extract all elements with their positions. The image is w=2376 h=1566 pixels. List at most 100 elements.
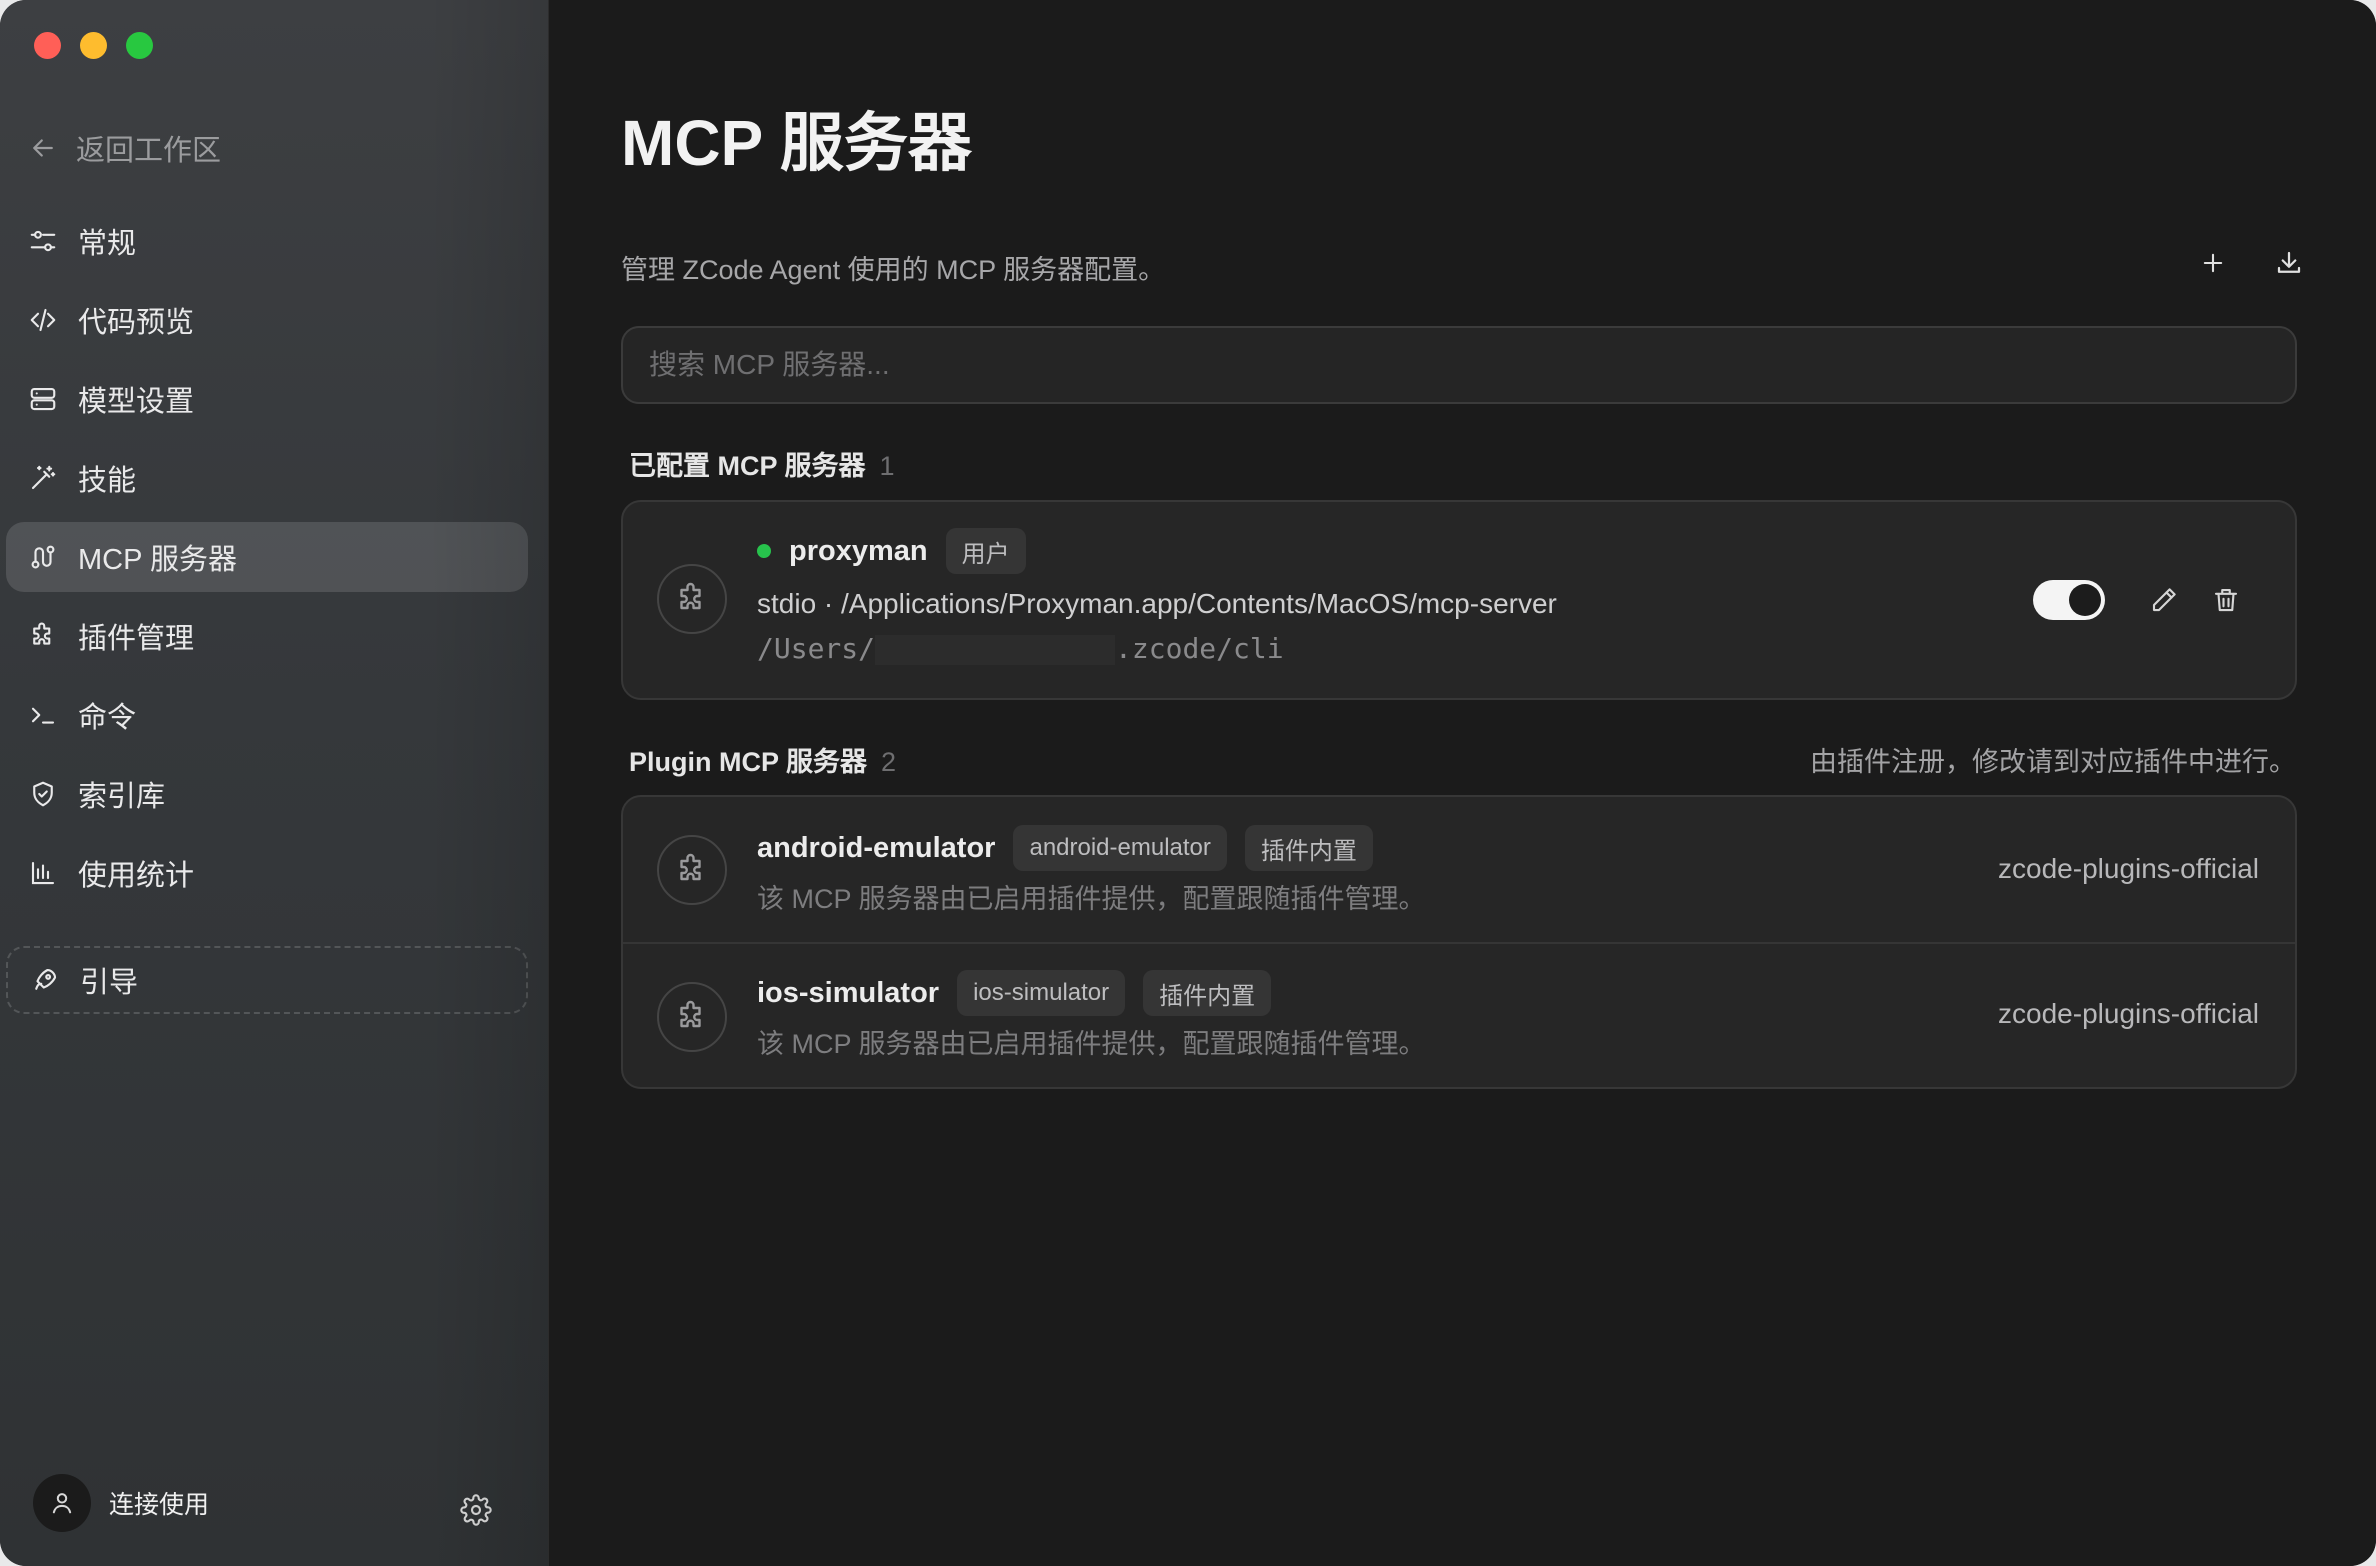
sidebar-item-guide[interactable]: 引导 [6, 946, 528, 1014]
section-count: 1 [879, 451, 895, 481]
download-icon [2277, 251, 2301, 273]
server-icon-badge [657, 982, 727, 1052]
maximize-window-button[interactable] [126, 32, 153, 59]
configured-section-title: 已配置 MCP 服务器 1 [629, 444, 895, 483]
edit-server-button[interactable] [2147, 583, 2181, 617]
server-row-header: ios-simulator ios-simulator 插件内置 [757, 970, 1272, 1016]
plugin-section-title: Plugin MCP 服务器 2 [629, 740, 896, 779]
server-icon [30, 387, 56, 411]
minimize-window-button[interactable] [80, 32, 107, 59]
server-description: 该 MCP 服务器由已启用插件提供，配置跟随插件管理。 [757, 1029, 1426, 1059]
toggle-knob [2069, 584, 2101, 616]
redacted-region [875, 635, 1116, 665]
gear-icon [460, 1494, 492, 1526]
header-actions [2196, 246, 2306, 280]
plugin-servers-card: android-emulator android-emulator 插件内置 该… [621, 795, 2297, 1089]
sidebar-item-label: 常规 [78, 228, 137, 260]
shield-icon [33, 781, 53, 807]
sidebar-item-label: 命令 [78, 702, 137, 734]
section-count: 2 [881, 747, 897, 777]
user-icon [52, 1493, 72, 1514]
sidebar-item-general[interactable]: 常规 [6, 206, 528, 276]
sidebar-item-index[interactable]: 索引库 [6, 759, 528, 829]
back-label: 返回工作区 [76, 135, 222, 167]
server-working-dir: /Users/ .zcode/cli [757, 632, 1284, 665]
arrow-left-icon [33, 139, 53, 157]
code-icon [30, 308, 56, 332]
server-badge: ios-simulator [957, 970, 1126, 1016]
plugin-section-note: 由插件注册，修改请到对应插件中进行。 [1810, 747, 2296, 777]
sidebar-item-model-settings[interactable]: 模型设置 [6, 364, 528, 434]
route-icon [31, 545, 55, 569]
settings-button[interactable] [460, 1494, 492, 1531]
back-to-workspace-link[interactable]: 返回工作区 [28, 128, 221, 168]
sidebar-item-usage-stats[interactable]: 使用统计 [6, 838, 528, 908]
sidebar-item-label: 代码预览 [78, 307, 195, 339]
user-label: 连接使用 [109, 1491, 210, 1519]
server-icon-badge [657, 564, 727, 634]
sidebar-item-label: 技能 [78, 465, 137, 497]
server-row-header: proxyman 用户 [757, 528, 1026, 574]
server-name: proxyman [789, 534, 928, 567]
server-badge: android-emulator [1013, 825, 1227, 871]
rocket-icon [35, 968, 57, 990]
sidebar-item-label: 使用统计 [78, 860, 195, 892]
sidebar-item-code-preview[interactable]: 代码预览 [6, 285, 528, 355]
sidebar-item-mcp-servers[interactable]: MCP 服务器 [6, 522, 528, 592]
avatar [33, 1474, 91, 1532]
server-row-android-emulator[interactable]: android-emulator android-emulator 插件内置 该… [623, 797, 2295, 942]
bar-chart-icon [31, 861, 55, 885]
section-title-text: 已配置 MCP 服务器 [629, 451, 866, 481]
sidebar-item-label: 插件管理 [78, 623, 195, 655]
path-prefix: /Users/ [757, 632, 876, 665]
server-row-ios-simulator[interactable]: ios-simulator ios-simulator 插件内置 该 MCP 服… [623, 942, 2295, 1087]
user-account[interactable]: 连接使用 [33, 1474, 209, 1532]
close-window-button[interactable] [34, 32, 61, 59]
import-server-button[interactable] [2272, 246, 2306, 280]
app-window: 返回工作区 常规 代码预览 模型设置 技能 MCP 服务器 插件管理 命令 索引… [0, 0, 2376, 1566]
sliders-icon [30, 230, 56, 252]
sidebar-item-label: MCP 服务器 [78, 544, 237, 576]
path-suffix: .zcode/cli [1115, 632, 1284, 665]
server-source: zcode-plugins-official [1998, 853, 2259, 884]
server-badge: 插件内置 [1143, 970, 1272, 1016]
sidebar-item-label: 索引库 [78, 781, 166, 813]
sidebar-item-label: 模型设置 [78, 386, 195, 418]
puzzle-icon [33, 622, 51, 645]
server-name: android-emulator [757, 831, 996, 864]
window-controls [34, 32, 153, 59]
page-title: MCP 服务器 [621, 107, 972, 179]
configured-servers-card: proxyman 用户 stdio · /Applications/Proxym… [621, 500, 2297, 700]
server-badge: 插件内置 [1244, 825, 1373, 871]
server-row-header: android-emulator android-emulator 插件内置 [757, 825, 1373, 871]
puzzle-icon [680, 1000, 701, 1028]
server-description: 该 MCP 服务器由已启用插件提供，配置跟随插件管理。 [757, 884, 1426, 914]
puzzle-icon [680, 853, 701, 881]
main-panel: MCP 服务器 管理 ZCode Agent 使用的 MCP 服务器配置。 已配… [548, 0, 2376, 1566]
server-name: ios-simulator [757, 976, 940, 1009]
puzzle-icon [680, 582, 701, 610]
server-badge: 用户 [945, 528, 1026, 574]
section-title-text: Plugin MCP 服务器 [629, 747, 868, 777]
sidebar-item-commands[interactable]: 命令 [6, 680, 528, 750]
delete-server-button[interactable] [2209, 583, 2243, 617]
server-source: zcode-plugins-official [1998, 998, 2259, 1029]
sidebar-item-skills[interactable]: 技能 [6, 443, 528, 513]
server-icon-badge [657, 835, 727, 905]
server-command: stdio · /Applications/Proxyman.app/Conte… [757, 588, 1557, 619]
status-indicator [757, 544, 771, 558]
search-input[interactable] [621, 326, 2297, 404]
page-description: 管理 ZCode Agent 使用的 MCP 服务器配置。 [621, 255, 1166, 285]
server-enable-toggle[interactable] [2033, 580, 2105, 620]
magic-wand-icon [31, 465, 56, 490]
pencil-icon [2152, 588, 2176, 612]
guide-label: 引导 [80, 967, 139, 999]
add-server-button[interactable] [2196, 246, 2230, 280]
sidebar-item-plugins[interactable]: 插件管理 [6, 601, 528, 671]
sidebar: 返回工作区 常规 代码预览 模型设置 技能 MCP 服务器 插件管理 命令 索引… [0, 0, 548, 1566]
trash-icon [2214, 588, 2238, 612]
server-row-proxyman[interactable]: proxyman 用户 stdio · /Applications/Proxym… [623, 502, 2295, 698]
settings-nav: 常规 代码预览 模型设置 技能 MCP 服务器 插件管理 命令 索引库 使用统计 [6, 206, 528, 917]
plus-icon [2203, 253, 2223, 273]
terminal-icon [31, 707, 55, 724]
